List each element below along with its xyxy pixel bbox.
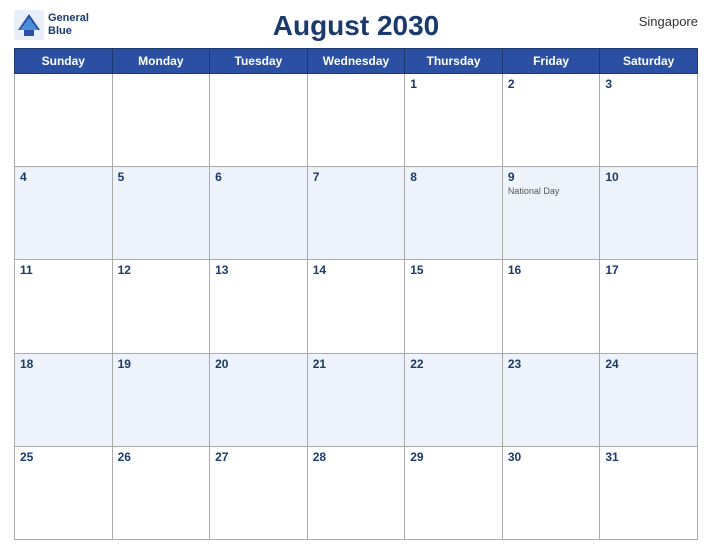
day-number: 21 [313, 357, 400, 371]
calendar-cell: 17 [600, 260, 698, 353]
logo: General Blue [14, 10, 89, 40]
day-number: 31 [605, 450, 692, 464]
calendar-cell: 30 [502, 446, 600, 539]
calendar-cell: 12 [112, 260, 210, 353]
calendar-cell: 8 [405, 167, 503, 260]
calendar-cell [307, 74, 405, 167]
day-number: 1 [410, 77, 497, 91]
calendar-cell: 4 [15, 167, 113, 260]
calendar-cell [210, 74, 308, 167]
calendar-cell: 28 [307, 446, 405, 539]
calendar-cell: 10 [600, 167, 698, 260]
day-number: 25 [20, 450, 107, 464]
calendar-cell: 7 [307, 167, 405, 260]
calendar-cell: 23 [502, 353, 600, 446]
table-row: 123 [15, 74, 698, 167]
day-number: 9 [508, 170, 595, 184]
col-wednesday: Wednesday [307, 49, 405, 74]
country-label: Singapore [639, 14, 698, 29]
day-number: 12 [118, 263, 205, 277]
day-number: 29 [410, 450, 497, 464]
calendar-header: General Blue August 2030 Singapore [14, 10, 698, 42]
calendar-cell: 18 [15, 353, 113, 446]
calendar-cell: 9 National Day [502, 167, 600, 260]
col-sunday: Sunday [15, 49, 113, 74]
calendar-cell: 16 [502, 260, 600, 353]
day-number: 13 [215, 263, 302, 277]
header-row: Sunday Monday Tuesday Wednesday Thursday… [15, 49, 698, 74]
calendar-cell: 1 [405, 74, 503, 167]
day-number: 20 [215, 357, 302, 371]
calendar-cell: 27 [210, 446, 308, 539]
calendar-cell: 6 [210, 167, 308, 260]
day-number: 2 [508, 77, 595, 91]
calendar-cell: 11 [15, 260, 113, 353]
logo-text: General Blue [48, 12, 89, 38]
calendar-cell: 24 [600, 353, 698, 446]
day-number: 26 [118, 450, 205, 464]
day-number: 17 [605, 263, 692, 277]
day-number: 27 [215, 450, 302, 464]
calendar-cell: 31 [600, 446, 698, 539]
calendar-cell: 5 [112, 167, 210, 260]
col-monday: Monday [112, 49, 210, 74]
day-number: 19 [118, 357, 205, 371]
col-tuesday: Tuesday [210, 49, 308, 74]
day-number: 30 [508, 450, 595, 464]
day-number: 7 [313, 170, 400, 184]
calendar-cell: 13 [210, 260, 308, 353]
day-number: 8 [410, 170, 497, 184]
calendar-cell: 14 [307, 260, 405, 353]
day-number: 14 [313, 263, 400, 277]
day-number: 23 [508, 357, 595, 371]
month-title: August 2030 [273, 10, 440, 42]
day-number: 6 [215, 170, 302, 184]
col-friday: Friday [502, 49, 600, 74]
calendar-cell: 25 [15, 446, 113, 539]
logo-icon [14, 10, 44, 40]
calendar-cell: 2 [502, 74, 600, 167]
day-number: 28 [313, 450, 400, 464]
day-number: 24 [605, 357, 692, 371]
day-number: 22 [410, 357, 497, 371]
day-number: 5 [118, 170, 205, 184]
day-number: 3 [605, 77, 692, 91]
calendar-cell: 15 [405, 260, 503, 353]
calendar-cell [15, 74, 113, 167]
table-row: 25 26 27 28 29 30 31 [15, 446, 698, 539]
day-number: 11 [20, 263, 107, 277]
calendar-cell [112, 74, 210, 167]
calendar-table: Sunday Monday Tuesday Wednesday Thursday… [14, 48, 698, 540]
table-row: 18 19 20 21 22 23 24 [15, 353, 698, 446]
calendar-cell: 21 [307, 353, 405, 446]
calendar-cell: 3 [600, 74, 698, 167]
calendar-cell: 26 [112, 446, 210, 539]
table-row: 456789 National Day 10 [15, 167, 698, 260]
calendar-cell: 29 [405, 446, 503, 539]
day-number: 16 [508, 263, 595, 277]
calendar-cell: 22 [405, 353, 503, 446]
col-thursday: Thursday [405, 49, 503, 74]
holiday-label: National Day [508, 186, 595, 197]
calendar-cell: 19 [112, 353, 210, 446]
day-number: 18 [20, 357, 107, 371]
table-row: 11 12 13 14 15 16 17 [15, 260, 698, 353]
col-saturday: Saturday [600, 49, 698, 74]
calendar-wrapper: General Blue August 2030 Singapore Sunda… [0, 0, 712, 550]
day-number: 4 [20, 170, 107, 184]
calendar-cell: 20 [210, 353, 308, 446]
day-number: 10 [605, 170, 692, 184]
day-number: 15 [410, 263, 497, 277]
